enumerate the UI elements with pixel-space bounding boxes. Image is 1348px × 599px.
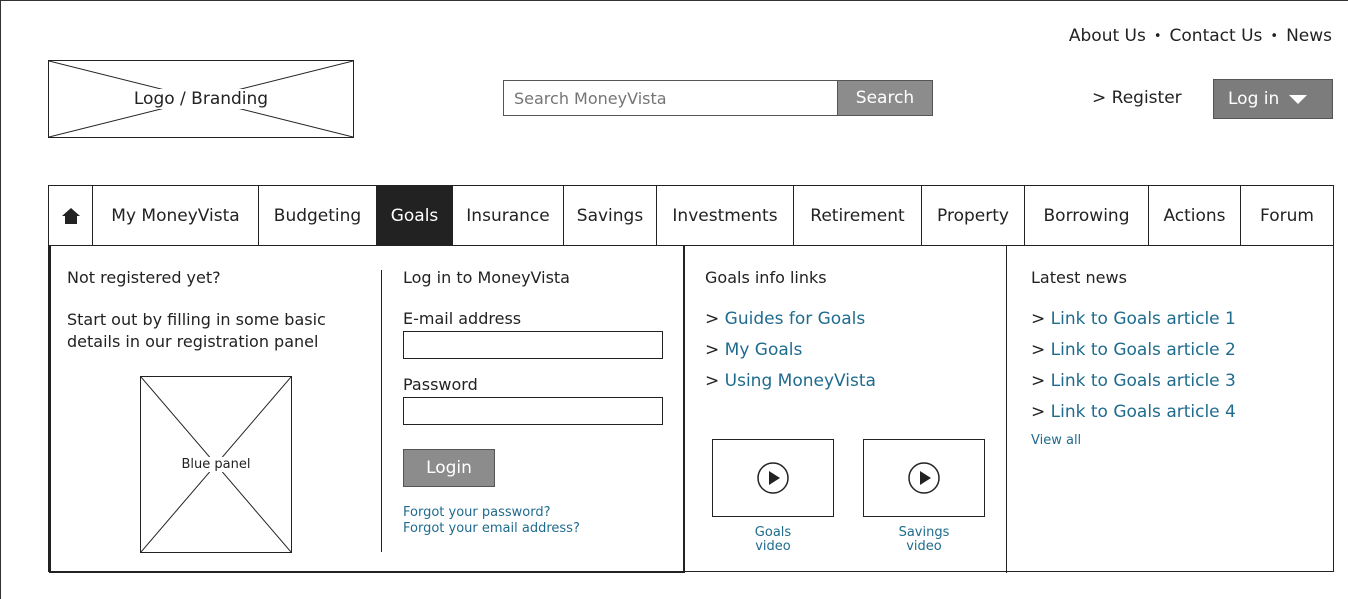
play-icon (908, 462, 940, 494)
login-dropdown-label: Log in (1228, 89, 1280, 109)
password-label: Password (403, 375, 478, 394)
news-link[interactable]: News (1286, 26, 1332, 46)
search-bar: Search (503, 80, 933, 116)
search-input[interactable] (503, 80, 837, 116)
blue-panel-placeholder[interactable]: Blue panel (140, 376, 292, 553)
main-nav: My MoneyVista Budgeting Goals Insurance … (48, 185, 1334, 246)
register-column: Not registered yet? Start out by filling… (67, 268, 367, 353)
email-label: E-mail address (403, 309, 522, 328)
logo-placeholder[interactable]: Logo / Branding (48, 60, 354, 138)
separator-dot: • (1270, 28, 1279, 44)
news-link-article-1[interactable]: > Link to Goals article 1 (1031, 309, 1331, 329)
register-title: Not registered yet? (67, 268, 221, 287)
email-field[interactable] (403, 331, 663, 359)
nav-item-retirement[interactable]: Retirement (794, 186, 922, 245)
column-divider (1006, 246, 1007, 573)
goals-video-thumbnail[interactable] (712, 439, 834, 517)
info-link-my-goals[interactable]: > My Goals (705, 340, 1005, 360)
separator-dot: • (1153, 28, 1162, 44)
register-description: Start out by filling in some basic detai… (67, 310, 326, 351)
play-icon (757, 462, 789, 494)
news-links: > Link to Goals article 1 > Link to Goal… (1031, 309, 1331, 422)
register-login-panel: Not registered yet? Start out by filling… (49, 246, 685, 573)
forgot-password-link[interactable]: Forgot your password? (403, 505, 673, 521)
password-field[interactable] (403, 397, 663, 425)
login-button[interactable]: Login (403, 449, 495, 487)
about-us-link[interactable]: About Us (1069, 26, 1146, 46)
view-all-link[interactable]: View all (1031, 433, 1331, 448)
nav-item-budgeting[interactable]: Budgeting (259, 186, 377, 245)
latest-news-column: Latest news > Link to Goals article 1 > … (1031, 268, 1331, 448)
goals-mega-menu: Not registered yet? Start out by filling… (48, 245, 1334, 573)
nav-item-borrowing[interactable]: Borrowing (1025, 186, 1149, 245)
info-title: Goals info links (705, 268, 827, 287)
nav-item-my-moneyvista[interactable]: My MoneyVista (93, 186, 259, 245)
news-link-article-3[interactable]: > Link to Goals article 3 (1031, 371, 1331, 391)
savings-video-thumbnail[interactable] (863, 439, 985, 517)
login-dropdown-button[interactable]: Log in (1213, 79, 1333, 119)
goals-video-label[interactable]: Goals video (712, 526, 834, 554)
search-button[interactable]: Search (837, 80, 933, 116)
login-column: Log in to MoneyVista E-mail address Pass… (403, 268, 673, 537)
nav-item-property[interactable]: Property (922, 186, 1025, 245)
contact-us-link[interactable]: Contact Us (1170, 26, 1263, 46)
news-link-article-2[interactable]: > Link to Goals article 2 (1031, 340, 1331, 360)
info-link-guides[interactable]: > Guides for Goals (705, 309, 1005, 329)
nav-item-insurance[interactable]: Insurance (453, 186, 564, 245)
blue-panel-label: Blue panel (178, 457, 254, 472)
nav-item-savings[interactable]: Savings (564, 186, 657, 245)
nav-item-investments[interactable]: Investments (657, 186, 794, 245)
login-title: Log in to MoneyVista (403, 268, 570, 287)
chevron-down-icon (1289, 94, 1308, 104)
info-links: > Guides for Goals > My Goals > Using Mo… (705, 309, 1005, 391)
news-title: Latest news (1031, 268, 1127, 287)
top-links: About Us • Contact Us • News (1069, 26, 1332, 46)
nav-item-forum[interactable]: Forum (1241, 186, 1333, 245)
news-link-article-4[interactable]: > Link to Goals article 4 (1031, 402, 1331, 422)
nav-item-goals[interactable]: Goals (377, 186, 453, 245)
logo-label: Logo / Branding (129, 89, 273, 109)
nav-item-actions[interactable]: Actions (1149, 186, 1241, 245)
goals-info-column: Goals info links > Guides for Goals > My… (705, 268, 1005, 402)
home-icon (61, 207, 80, 224)
info-link-using-moneyvista[interactable]: > Using MoneyVista (705, 371, 1005, 391)
register-link[interactable]: > Register (1092, 88, 1182, 108)
savings-video-label[interactable]: Savings video (863, 526, 985, 554)
forgot-email-link[interactable]: Forgot your email address? (403, 521, 673, 537)
column-divider (381, 270, 382, 552)
nav-item-home[interactable] (49, 186, 93, 245)
